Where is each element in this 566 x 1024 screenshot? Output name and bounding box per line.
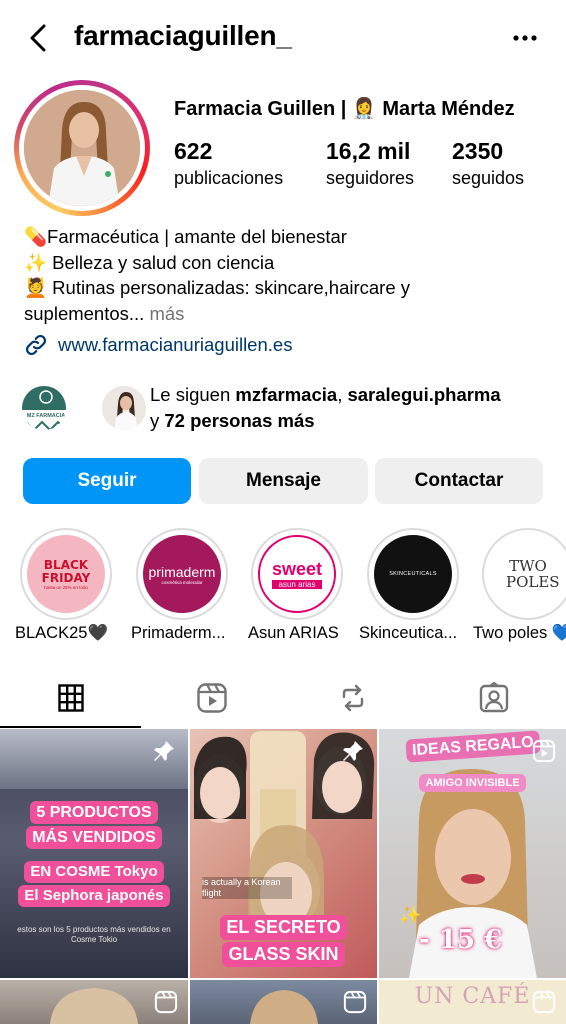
highlight-label: Skinceutica...	[359, 624, 458, 642]
highlight-cover: SKINCEUTICALS	[374, 535, 452, 613]
post-text-2: GLASS SKIN	[222, 942, 345, 967]
pin-icon	[343, 741, 363, 761]
bio-line-4-text: suplementos...	[24, 302, 145, 324]
highlight-skinceuticals[interactable]: SKINCEUTICALS Skinceutica...	[359, 528, 459, 642]
stat-posts[interactable]: 622 publicaciones	[174, 138, 283, 189]
post-tile[interactable]: UN CAFÉ	[379, 980, 566, 1024]
post-tile[interactable]: 5 PRODUCTOS MÁS VENDIDOS EN COSME Tokyo …	[0, 729, 188, 978]
reel-icon	[532, 990, 556, 1014]
tab-tagged[interactable]	[423, 668, 564, 728]
followed-by[interactable]: MZ FARMACIA Le siguen mzfarmacia, sarale…	[20, 382, 550, 438]
followed-by-conjunction: y	[150, 410, 165, 431]
tagged-person-icon	[479, 682, 508, 713]
post-text-1: EL SECRETO	[220, 915, 347, 940]
stat-following[interactable]: 2350 seguidos	[452, 138, 524, 189]
post-text-3: - 15 €	[419, 925, 503, 955]
bio-line-3: 💆 Rutinas personalizadas: skincare,hairc…	[24, 277, 411, 298]
highlight-label: Asun ARIAS	[248, 624, 339, 642]
followed-by-separator: ,	[337, 384, 348, 405]
follower-avatar-1: MZ FARMACIA	[20, 384, 68, 432]
posts-grid: 5 PRODUCTOS MÁS VENDIDOS EN COSME Tokyo …	[0, 729, 566, 1024]
highlight-cover: BLACK FRIDAY hasta un 25% en todo	[27, 535, 105, 613]
highlight-cover-subtext: asun arias	[271, 580, 323, 589]
highlight-cover: TWO POLES	[489, 535, 566, 613]
highlight-cover-text: sweet	[271, 559, 323, 579]
bio-more-link[interactable]: más	[144, 303, 184, 324]
bio-line-2: ✨ Belleza y salud con ciencia	[24, 251, 275, 273]
website-url: www.farmacianuriaguillen.es	[58, 334, 293, 355]
tab-posts-grid[interactable]	[0, 668, 141, 728]
post-tile[interactable]	[190, 980, 377, 1024]
message-button[interactable]: Mensaje	[199, 458, 368, 504]
link-icon	[25, 334, 47, 356]
post-caption: is actually a Korean flight	[202, 877, 292, 899]
profile-bio: 💊Farmacéutica | amante del bienestar ✨ B…	[24, 224, 544, 326]
tab-reposts[interactable]	[282, 668, 423, 728]
highlight-cover-text: TWO POLES	[506, 557, 560, 591]
top-bar: farmaciaguillen_	[0, 0, 566, 76]
grid-icon	[57, 684, 84, 712]
stat-following-count: 2350	[452, 138, 504, 164]
highlight-cover: sweet asun arias	[258, 535, 336, 613]
post-tile[interactable]: IDEAS REGALO AMIGO INVISIBLE - 15 € ✨	[379, 729, 566, 978]
stat-following-label: seguidos	[452, 168, 525, 188]
highlight-cover-subtext: hasta un 25% en todo	[44, 584, 88, 590]
highlight-label: Primaderm...	[131, 624, 226, 642]
stat-followers-label: seguidores	[326, 168, 415, 188]
followed-by-text: Le siguen mzfarmacia, saralegui.pharma y…	[150, 382, 501, 434]
highlight-label: Two poles 💙	[473, 624, 566, 642]
follower-avatar-2	[100, 384, 148, 432]
avatar	[24, 90, 140, 206]
post-text-2: AMIGO INVISIBLE	[419, 774, 526, 792]
followed-by-user-1[interactable]: mzfarmacia	[235, 384, 337, 405]
profile-website-link[interactable]: www.farmacianuriaguillen.es	[24, 332, 292, 358]
profile-username: farmaciaguillen_	[74, 20, 292, 51]
stat-followers-count: 16,2 mil	[326, 138, 411, 164]
follower-avatar-1-text: MZ FARMACIA	[27, 413, 66, 419]
post-tile[interactable]: is actually a Korean flight EL SECRETO G…	[190, 729, 377, 978]
repost-icon	[342, 684, 363, 712]
followed-by-others[interactable]: 72 personas más	[164, 410, 314, 431]
followed-by-user-2[interactable]: saralegui.pharma	[347, 384, 500, 405]
contact-button[interactable]: Contactar	[375, 458, 543, 504]
back-arrow-icon[interactable]	[24, 20, 54, 56]
highlight-cover-text: SKINCEUTICALS	[389, 571, 437, 577]
followed-by-prefix: Le siguen	[150, 384, 236, 405]
reel-icon	[532, 739, 556, 763]
stat-posts-count: 622	[174, 138, 213, 164]
tab-reels[interactable]	[141, 668, 282, 728]
stat-followers[interactable]: 16,2 mil seguidores	[326, 138, 414, 189]
highlight-cover-text: primaderm	[148, 563, 216, 580]
bio-line-4: suplementos... más	[24, 301, 544, 327]
post-text-3: EN COSME Tokyo	[24, 861, 164, 883]
highlight-label: BLACK25🖤	[15, 624, 109, 642]
highlight-cover-text: BLACK FRIDAY	[41, 557, 91, 585]
reels-icon	[196, 683, 227, 713]
post-text-4: El Sephora japonés	[18, 885, 170, 907]
highlight-primaderm[interactable]: primaderm cosmética molecular Primaderm.…	[131, 528, 228, 642]
highlight-black25[interactable]: BLACK FRIDAY hasta un 25% en todo BLACK2…	[15, 528, 112, 642]
reel-icon	[154, 990, 178, 1014]
post-tile[interactable]	[0, 980, 188, 1024]
profile-tabs	[0, 668, 566, 728]
follow-button[interactable]: Seguir	[23, 458, 191, 504]
profile-avatar-story-ring[interactable]	[14, 80, 150, 216]
profile-full-name: Farmacia Guillen | 👩‍⚕️ Marta Méndez	[174, 98, 515, 120]
more-options-icon[interactable]	[512, 34, 538, 42]
highlight-asun-arias[interactable]: sweet asun arias Asun ARIAS	[248, 528, 343, 642]
post-text-1: 5 PRODUCTOS	[30, 801, 158, 824]
post-caption: estos son los 5 productos más vendidos e…	[17, 925, 171, 944]
active-tab-indicator	[0, 726, 141, 728]
highlight-two-poles[interactable]: TWO POLES Two poles 💙	[473, 528, 566, 642]
stat-posts-label: publicaciones	[174, 168, 284, 188]
highlight-cover-subtext: cosmética molecular	[161, 579, 203, 585]
reel-icon	[343, 990, 367, 1014]
pin-icon	[154, 741, 174, 761]
post-text-2: MÁS VENDIDOS	[26, 826, 162, 849]
bio-line-1: 💊Farmacéutica | amante del bienestar	[24, 226, 347, 247]
highlight-cover: primaderm cosmética molecular	[143, 535, 221, 613]
post-text-1: IDEAS REGALO	[404, 730, 541, 763]
